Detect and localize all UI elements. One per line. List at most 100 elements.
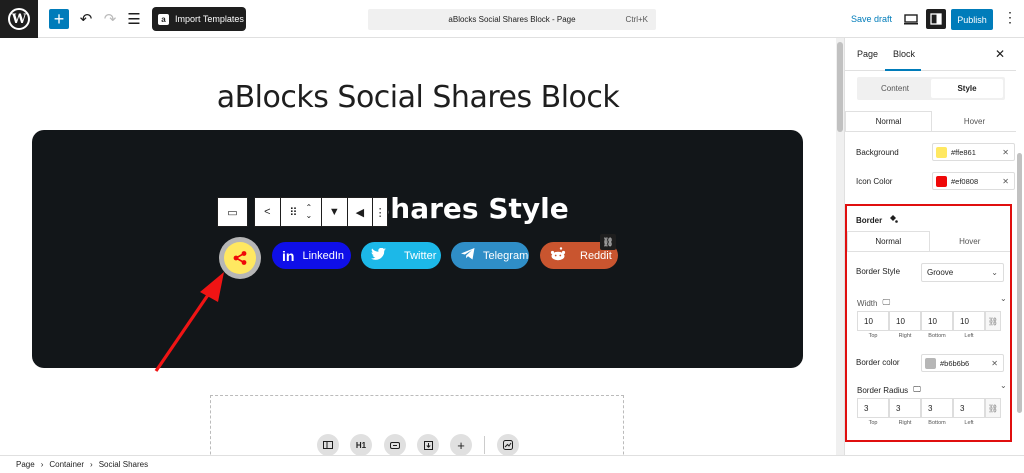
tab-hover[interactable]: Hover	[932, 111, 1017, 131]
heading-block-button[interactable]: H1	[350, 434, 372, 455]
background-row: Background #ffe861 ✕	[856, 143, 1015, 161]
canvas-scrollbar-thumb[interactable]	[837, 42, 843, 132]
border-style-label: Border Style	[856, 267, 901, 276]
border-style-select[interactable]: Groove ⌄	[921, 263, 1004, 282]
page-title[interactable]: aBlocks Social Shares Block	[0, 80, 836, 115]
border-color-swatch[interactable]	[925, 357, 936, 369]
block-heading[interactable]: Social Shares Style	[32, 192, 803, 225]
telegram-share-button[interactable]: Telegram	[451, 242, 529, 269]
editor-top-bar: W + ↶ ↷ ☰ a Import Templates aBlocks Soc…	[0, 0, 1024, 38]
block-options-icon[interactable]: ⋮	[373, 198, 387, 226]
side-bottom-label: Bottom	[928, 420, 946, 426]
block-breadcrumb: Page › Container › Social Shares	[0, 455, 1024, 473]
icon-color-picker[interactable]: #ef0808 ✕	[932, 172, 1015, 190]
border-width-right[interactable]: 10	[889, 311, 921, 331]
more-options-icon[interactable]: ⋮	[1002, 9, 1018, 26]
parent-block-icon[interactable]: ▭	[218, 198, 247, 226]
close-icon[interactable]: ✕	[995, 47, 1005, 61]
comment-icon[interactable]: ▼	[322, 198, 348, 226]
desktop-icon[interactable]: 🖵	[913, 385, 921, 395]
breadcrumb-container[interactable]: Container	[49, 460, 84, 469]
border-color-picker[interactable]: #b6b6b6 ✕	[921, 354, 1004, 372]
border-radius-inputs: 3 3 3 3 ⛓	[857, 398, 1005, 418]
command-palette-button[interactable]: aBlocks Social Shares Block - Page Ctrl+…	[368, 9, 656, 30]
radius-side-labels: Top Right Bottom Left	[857, 420, 1005, 426]
border-color-label: Border color	[856, 358, 900, 367]
button-block-icon[interactable]	[384, 434, 406, 455]
command-shortcut: Ctrl+K	[625, 15, 648, 24]
breadcrumb-separator-icon: ›	[40, 460, 44, 469]
side-bottom-label: Bottom	[928, 333, 946, 339]
link-values-icon[interactable]: ⛓	[985, 398, 1001, 418]
sidebar-scrollbar[interactable]	[1016, 38, 1024, 455]
desktop-icon[interactable]: 🖵	[882, 298, 890, 308]
editor-canvas: aBlocks Social Shares Block Social Share…	[0, 38, 836, 455]
link-values-icon[interactable]: ⛓	[985, 311, 1001, 331]
download-block-icon[interactable]	[417, 434, 439, 455]
tab-content[interactable]: Content	[859, 79, 931, 98]
linkedin-icon: in	[282, 247, 295, 264]
toolbar-separator	[484, 436, 485, 454]
publish-button[interactable]: Publish	[951, 9, 993, 30]
move-handle[interactable]: ⠿ ⌃ ⌄	[281, 198, 322, 226]
side-right-label: Right	[898, 420, 912, 426]
border-radius-left[interactable]: 3	[953, 398, 985, 418]
drag-icon[interactable]: ⠿	[289, 206, 297, 219]
add-block-inline-icon[interactable]: +	[450, 434, 472, 455]
import-templates-button[interactable]: a Import Templates	[152, 7, 246, 31]
navigate-icon[interactable]: ◀	[348, 198, 374, 226]
import-templates-label: Import Templates	[175, 14, 244, 24]
state-tabs: Normal Hover	[845, 111, 1017, 132]
sidebar-tabs: Page Block ✕	[845, 38, 1017, 71]
share-block-icon[interactable]: <	[255, 198, 281, 226]
block-parent-selector[interactable]: ▭	[217, 197, 248, 227]
block-toolbar: < ⠿ ⌃ ⌄ ▼ ◀ ⋮	[254, 197, 388, 227]
redo-icon[interactable]: ↷	[100, 9, 120, 29]
linkedin-share-button[interactable]: in LinkedIn	[272, 242, 351, 269]
telegram-label: Telegram	[483, 249, 529, 262]
border-radius-bottom[interactable]: 3	[921, 398, 953, 418]
border-width-bottom[interactable]: 10	[921, 311, 953, 331]
tab-style[interactable]: Style	[931, 79, 1003, 98]
sidebar-scrollbar-thumb[interactable]	[1017, 153, 1022, 413]
clear-icon[interactable]: ✕	[1002, 177, 1009, 186]
wordpress-logo-button[interactable]: W	[0, 0, 38, 38]
border-tab-normal[interactable]: Normal	[847, 231, 930, 251]
background-swatch[interactable]	[936, 146, 947, 158]
border-title: Border	[856, 215, 883, 225]
move-arrows-icon[interactable]: ⌃ ⌄	[305, 204, 312, 220]
preview-desktop-icon[interactable]	[901, 9, 921, 29]
clear-icon[interactable]: ✕	[991, 359, 998, 368]
border-width-top[interactable]: 10	[857, 311, 889, 331]
clear-icon[interactable]: ✕	[1002, 148, 1009, 157]
undo-icon[interactable]: ↶	[76, 9, 96, 29]
document-overview-icon[interactable]: ☰	[124, 9, 144, 29]
tab-block[interactable]: Block	[893, 49, 915, 59]
paint-bucket-icon[interactable]	[888, 214, 899, 226]
link-icon[interactable]: ⛓	[600, 234, 616, 250]
side-top-label: Top	[868, 333, 878, 339]
add-block-button[interactable]: +	[49, 9, 69, 29]
chevron-down-icon[interactable]: ⌄	[1000, 381, 1007, 390]
border-radius-right[interactable]: 3	[889, 398, 921, 418]
icon-color-swatch[interactable]	[936, 175, 947, 187]
twitter-share-button[interactable]: Twitter	[361, 242, 441, 269]
canvas-scrollbar[interactable]	[836, 38, 844, 455]
border-radius-top[interactable]: 3	[857, 398, 889, 418]
tab-normal[interactable]: Normal	[845, 111, 932, 131]
background-color-picker[interactable]: #ffe861 ✕	[932, 143, 1015, 161]
border-width-left[interactable]: 10	[953, 311, 985, 331]
chevron-down-icon[interactable]: ⌄	[1000, 294, 1007, 303]
tab-page[interactable]: Page	[857, 49, 878, 59]
breadcrumb-page[interactable]: Page	[16, 460, 35, 469]
background-value: #ffe861	[951, 147, 976, 157]
side-left-label: Left	[964, 333, 974, 339]
breadcrumb-social-shares[interactable]: Social Shares	[99, 460, 148, 469]
chart-block-icon[interactable]	[497, 434, 519, 455]
width-label-row: Width 🖵	[857, 298, 890, 308]
settings-sidebar-toggle-icon[interactable]	[926, 9, 946, 29]
layout-icon[interactable]	[317, 434, 339, 455]
border-tab-hover[interactable]: Hover	[930, 231, 1011, 251]
save-draft-button[interactable]: Save draft	[851, 14, 892, 24]
twitter-icon	[371, 247, 386, 263]
